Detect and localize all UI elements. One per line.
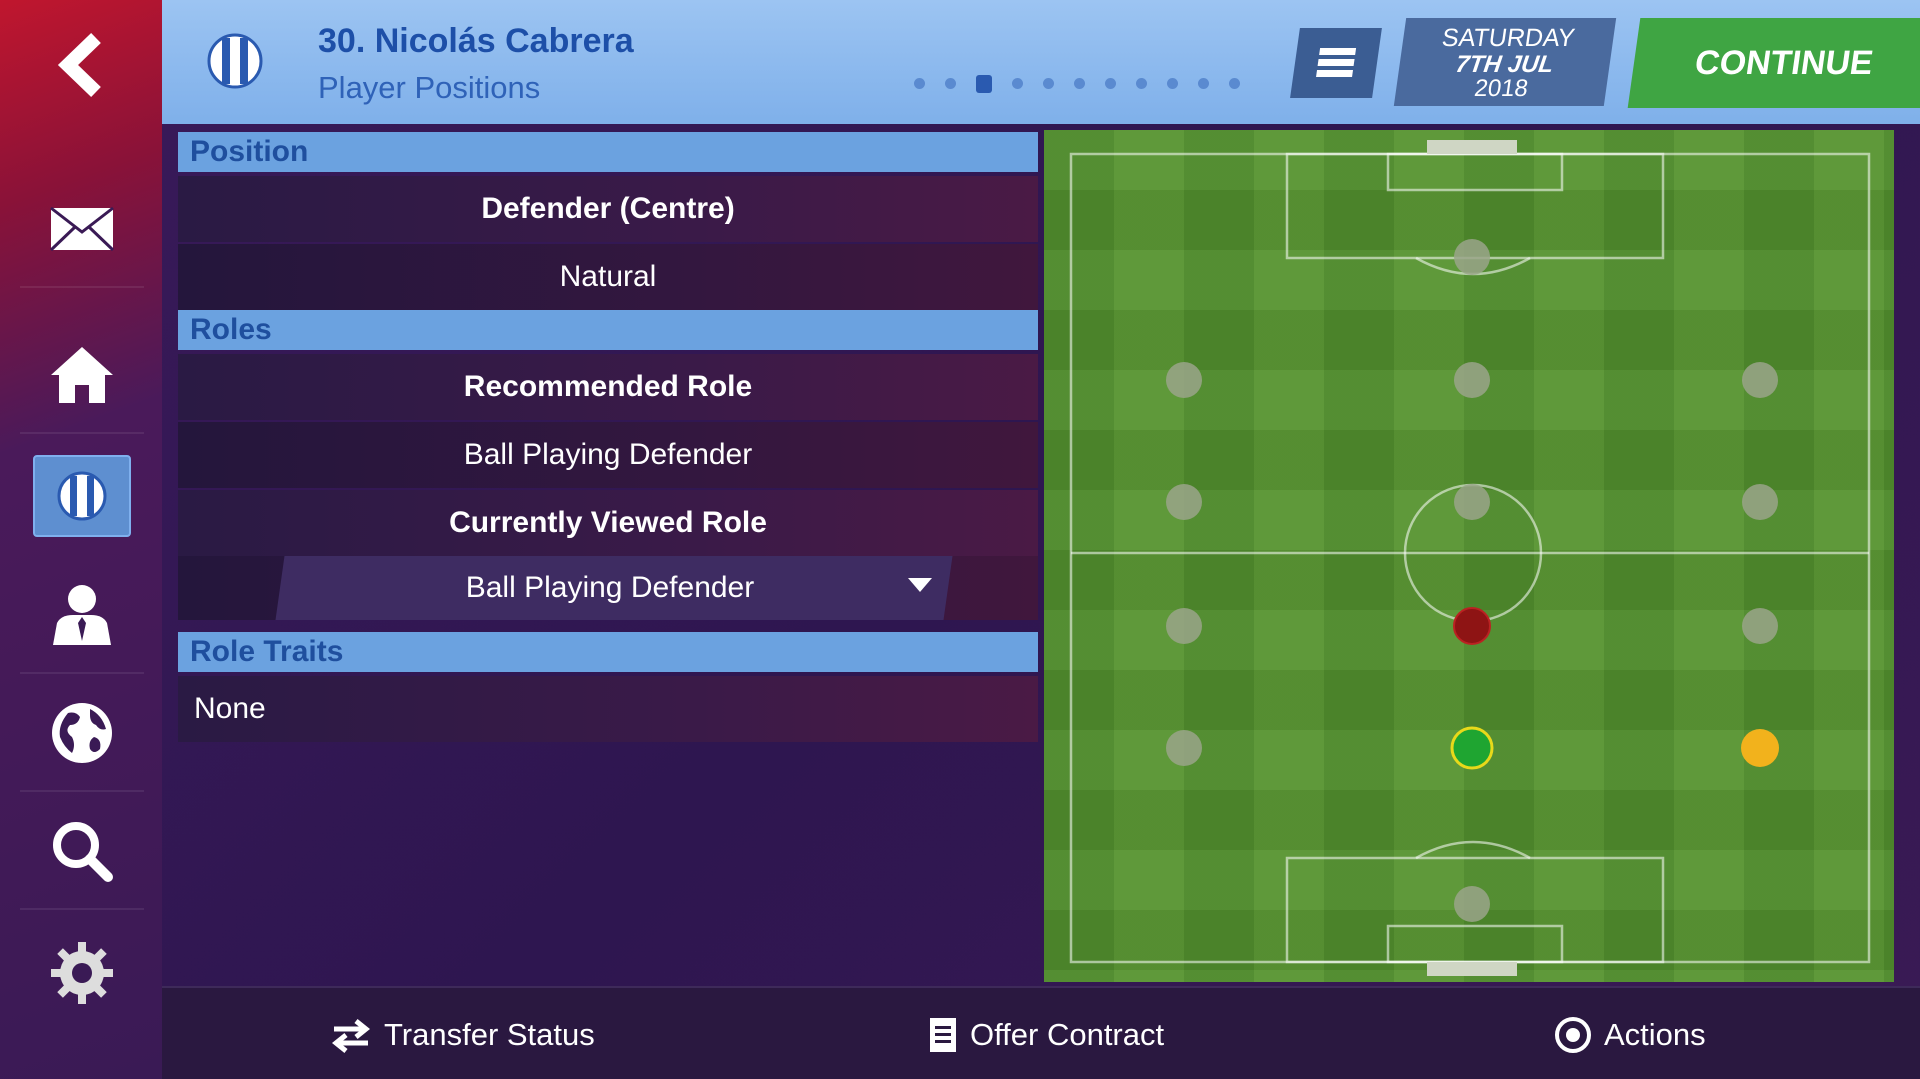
pos-amr [1742,362,1778,398]
gear-icon [51,942,113,1004]
page-dot[interactable] [976,75,992,93]
transfer-arrows-icon [331,1019,371,1053]
pos-dl [1166,730,1202,766]
club-badge-icon [206,32,264,95]
pitch-view [1044,130,1894,982]
manager-button[interactable] [20,570,144,674]
recommended-role-value: Ball Playing Defender [178,422,1038,488]
roles-section-header: Roles [178,310,1038,350]
chevron-left-icon [57,32,101,98]
actions-label: Actions [1604,1017,1706,1052]
transfer-status-button[interactable]: Transfer Status [330,1008,595,1062]
position-section-header: Position [178,132,1038,172]
pos-amc [1454,362,1490,398]
pos-dr [1741,729,1779,767]
pos-wbr [1742,608,1778,644]
role-dropdown-value: Ball Playing Defender [465,571,755,604]
pos-gk [1454,239,1490,275]
search-button[interactable] [20,806,144,910]
menu-button[interactable] [1290,28,1382,98]
home-icon [51,347,113,403]
club-button[interactable] [33,455,131,537]
position-markers [1166,239,1779,922]
page-dot[interactable] [914,78,925,89]
page-indicator[interactable] [914,75,1260,93]
date-day: SATURDAY [1440,24,1577,52]
date-display[interactable]: SATURDAY 7TH JUL 2018 [1393,18,1617,106]
pos-mc [1454,484,1490,520]
pos-dc [1450,726,1494,770]
settings-button[interactable] [20,928,144,1018]
list-icon [1316,48,1357,77]
page-dot[interactable] [1198,78,1209,89]
page-dot[interactable] [1136,78,1147,89]
page-dot[interactable] [1074,78,1085,89]
person-icon [53,585,111,645]
target-icon [1555,1017,1591,1053]
globe-icon [52,703,112,763]
mail-icon [49,206,115,252]
page-dot[interactable] [1167,78,1178,89]
search-icon [53,822,113,882]
pos-ml [1166,484,1202,520]
traits-section-header: Role Traits [178,632,1038,672]
traits-value: None [178,676,1038,742]
offer-contract-label: Offer Contract [970,1017,1165,1052]
page-dot[interactable] [1043,78,1054,89]
chevron-down-icon[interactable] [908,578,932,592]
continue-button[interactable]: CONTINUE [1627,18,1920,108]
actions-button[interactable]: Actions [1554,1008,1706,1062]
header: 30. Nicolás Cabrera Player Positions SAT… [162,0,1920,124]
page-title: Player Positions [318,70,541,105]
position-name: Defender (Centre) [178,176,1038,242]
home-button[interactable] [20,330,144,434]
inbox-button[interactable] [20,184,144,288]
date-year: 2018 [1472,75,1530,102]
pos-gk-bottom [1454,886,1490,922]
offer-contract-button[interactable]: Offer Contract [928,1008,1164,1062]
recommended-role-label: Recommended Role [178,354,1038,420]
pos-wbl [1166,608,1202,644]
page-dot[interactable] [945,78,956,89]
pos-aml [1166,362,1202,398]
position-rating: Natural [178,244,1038,310]
club-badge-icon [57,471,107,521]
back-button[interactable] [20,20,144,110]
player-name: 30. Nicolás Cabrera [318,22,634,60]
document-icon [930,1018,956,1052]
pos-dm [1453,607,1491,645]
sidebar [0,0,162,1079]
current-role-label: Currently Viewed Role [178,490,1038,556]
world-button[interactable] [20,688,144,792]
date-main: 7TH JUL [1454,51,1556,78]
transfer-status-label: Transfer Status [384,1017,595,1052]
page-dot[interactable] [1105,78,1116,89]
bottom-action-bar: Transfer Status Offer Contract Actions [162,986,1920,1079]
page-dot[interactable] [1229,78,1240,89]
page-dot[interactable] [1012,78,1023,89]
pos-mr [1742,484,1778,520]
